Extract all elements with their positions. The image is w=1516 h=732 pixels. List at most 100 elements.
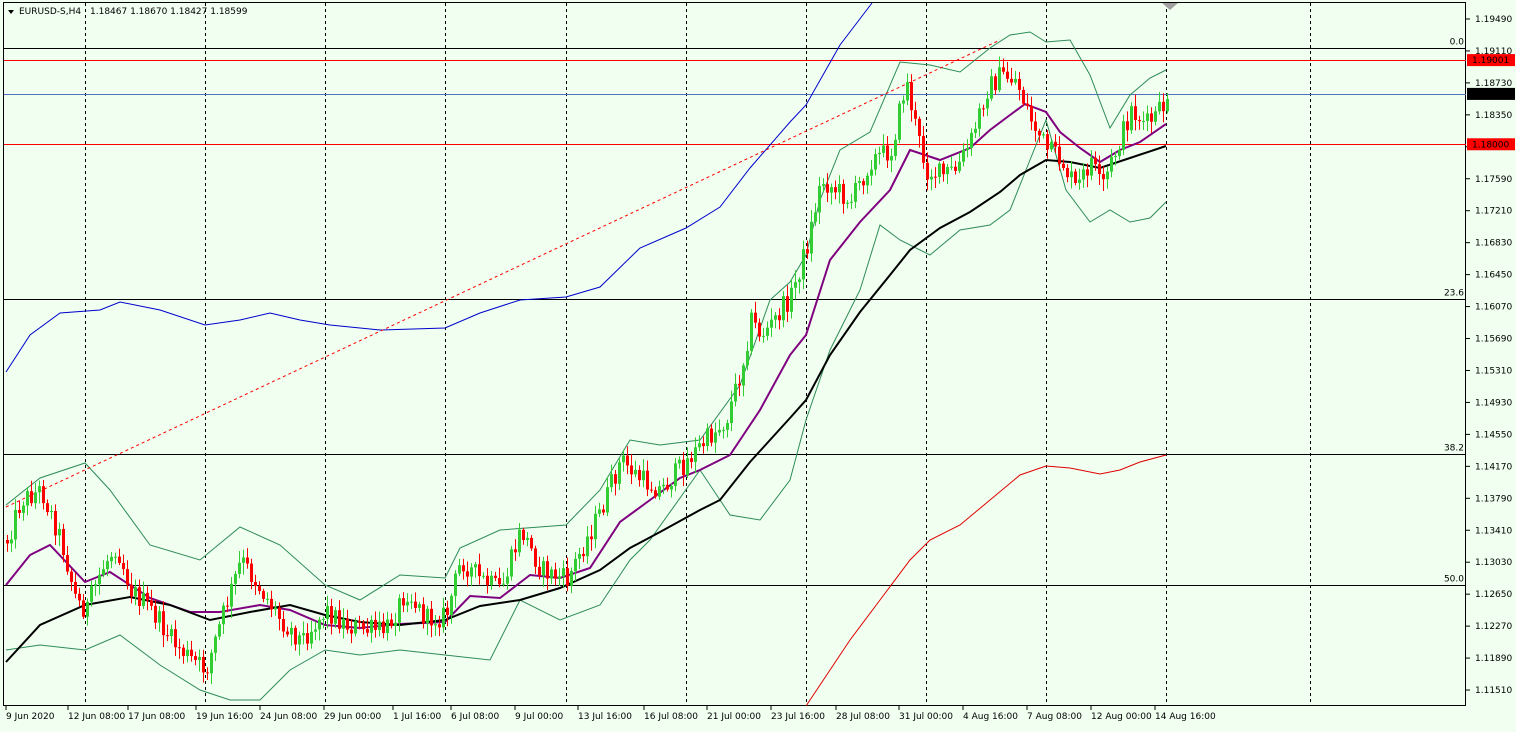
- candle-body[interactable]: [958, 161, 961, 171]
- candle-body[interactable]: [546, 561, 549, 579]
- candle-body[interactable]: [182, 647, 185, 657]
- candle-body[interactable]: [650, 489, 653, 491]
- candle-body[interactable]: [370, 619, 373, 633]
- candle-body[interactable]: [718, 429, 721, 433]
- candle-body[interactable]: [586, 536, 589, 557]
- candle-body[interactable]: [1134, 106, 1137, 121]
- candle-body[interactable]: [1014, 78, 1017, 83]
- candle-body[interactable]: [1098, 164, 1101, 175]
- candle-body[interactable]: [210, 652, 213, 674]
- candle-body[interactable]: [1166, 98, 1169, 112]
- candle-body[interactable]: [902, 100, 905, 104]
- candle-body[interactable]: [766, 327, 769, 336]
- candle-body[interactable]: [942, 163, 945, 175]
- candle-body[interactable]: [774, 315, 777, 320]
- candle-body[interactable]: [526, 537, 529, 541]
- candle-body[interactable]: [574, 558, 577, 571]
- candle-body[interactable]: [1162, 101, 1165, 112]
- candle-body[interactable]: [974, 128, 977, 133]
- candle-body[interactable]: [434, 624, 437, 626]
- candle-body[interactable]: [1074, 171, 1077, 183]
- candle-body[interactable]: [374, 619, 377, 630]
- candle-body[interactable]: [274, 607, 277, 610]
- candle-body[interactable]: [1050, 141, 1053, 150]
- candle-body[interactable]: [294, 627, 297, 645]
- candle-body[interactable]: [502, 583, 505, 585]
- candle-body[interactable]: [686, 458, 689, 476]
- candle-body[interactable]: [610, 474, 613, 488]
- candle-body[interactable]: [290, 627, 293, 635]
- candle-body[interactable]: [1158, 101, 1161, 112]
- candle-body[interactable]: [462, 565, 465, 572]
- candle-body[interactable]: [82, 600, 85, 617]
- candle-body[interactable]: [46, 503, 49, 513]
- candle-body[interactable]: [1122, 121, 1125, 150]
- candle-body[interactable]: [250, 563, 253, 583]
- candle-body[interactable]: [410, 601, 413, 603]
- candle-body[interactable]: [38, 486, 41, 493]
- candle-body[interactable]: [622, 455, 625, 463]
- candle-body[interactable]: [802, 249, 805, 280]
- candle-body[interactable]: [750, 312, 753, 351]
- candle-body[interactable]: [742, 365, 745, 386]
- candle-body[interactable]: [654, 490, 657, 497]
- candle-body[interactable]: [618, 462, 621, 484]
- candle-body[interactable]: [334, 610, 337, 624]
- candle-body[interactable]: [22, 505, 25, 513]
- candle-body[interactable]: [86, 601, 89, 617]
- candle-body[interactable]: [478, 564, 481, 577]
- candle-body[interactable]: [230, 583, 233, 607]
- candle-body[interactable]: [870, 169, 873, 176]
- candle-body[interactable]: [798, 279, 801, 283]
- candle-body[interactable]: [1150, 113, 1153, 122]
- candle-body[interactable]: [130, 584, 133, 597]
- candle-body[interactable]: [1002, 67, 1005, 72]
- candle-body[interactable]: [530, 537, 533, 549]
- candle-body[interactable]: [646, 470, 649, 490]
- candle-body[interactable]: [1010, 78, 1013, 83]
- candle-body[interactable]: [758, 322, 761, 337]
- candle-body[interactable]: [386, 619, 389, 634]
- candle-body[interactable]: [666, 484, 669, 490]
- candle-body[interactable]: [894, 139, 897, 156]
- candle-body[interactable]: [1154, 111, 1157, 122]
- candle-body[interactable]: [726, 423, 729, 430]
- candle-body[interactable]: [318, 619, 321, 630]
- candle-body[interactable]: [854, 182, 857, 202]
- candle-body[interactable]: [638, 469, 641, 481]
- candle-body[interactable]: [190, 649, 193, 657]
- candle-body[interactable]: [402, 598, 405, 606]
- candle-body[interactable]: [94, 584, 97, 586]
- candle-body[interactable]: [850, 201, 853, 203]
- candle-body[interactable]: [738, 383, 741, 386]
- candle-body[interactable]: [114, 556, 117, 558]
- candle-body[interactable]: [66, 555, 69, 572]
- candle-body[interactable]: [634, 469, 637, 475]
- candle-body[interactable]: [426, 608, 429, 624]
- candle-body[interactable]: [202, 656, 205, 673]
- candle-body[interactable]: [874, 154, 877, 170]
- candle-body[interactable]: [150, 600, 153, 606]
- candle-body[interactable]: [954, 166, 957, 171]
- candle-body[interactable]: [90, 585, 93, 602]
- candle-body[interactable]: [986, 98, 989, 109]
- candle-body[interactable]: [174, 629, 177, 648]
- candle-body[interactable]: [458, 565, 461, 574]
- candle-body[interactable]: [510, 549, 513, 577]
- candle-body[interactable]: [446, 607, 449, 616]
- candle-body[interactable]: [34, 492, 37, 504]
- candle-body[interactable]: [30, 491, 33, 504]
- candle-body[interactable]: [42, 486, 45, 504]
- candle-body[interactable]: [950, 166, 953, 168]
- candle-body[interactable]: [822, 184, 825, 186]
- candle-body[interactable]: [498, 578, 501, 585]
- candle-body[interactable]: [594, 513, 597, 540]
- candle-body[interactable]: [342, 618, 345, 629]
- candle-body[interactable]: [1114, 156, 1117, 158]
- candle-body[interactable]: [278, 607, 281, 619]
- candle-body[interactable]: [1086, 169, 1089, 176]
- candle-body[interactable]: [378, 621, 381, 630]
- candle-body[interactable]: [542, 561, 545, 576]
- candle-body[interactable]: [702, 443, 705, 447]
- candle-body[interactable]: [98, 574, 101, 585]
